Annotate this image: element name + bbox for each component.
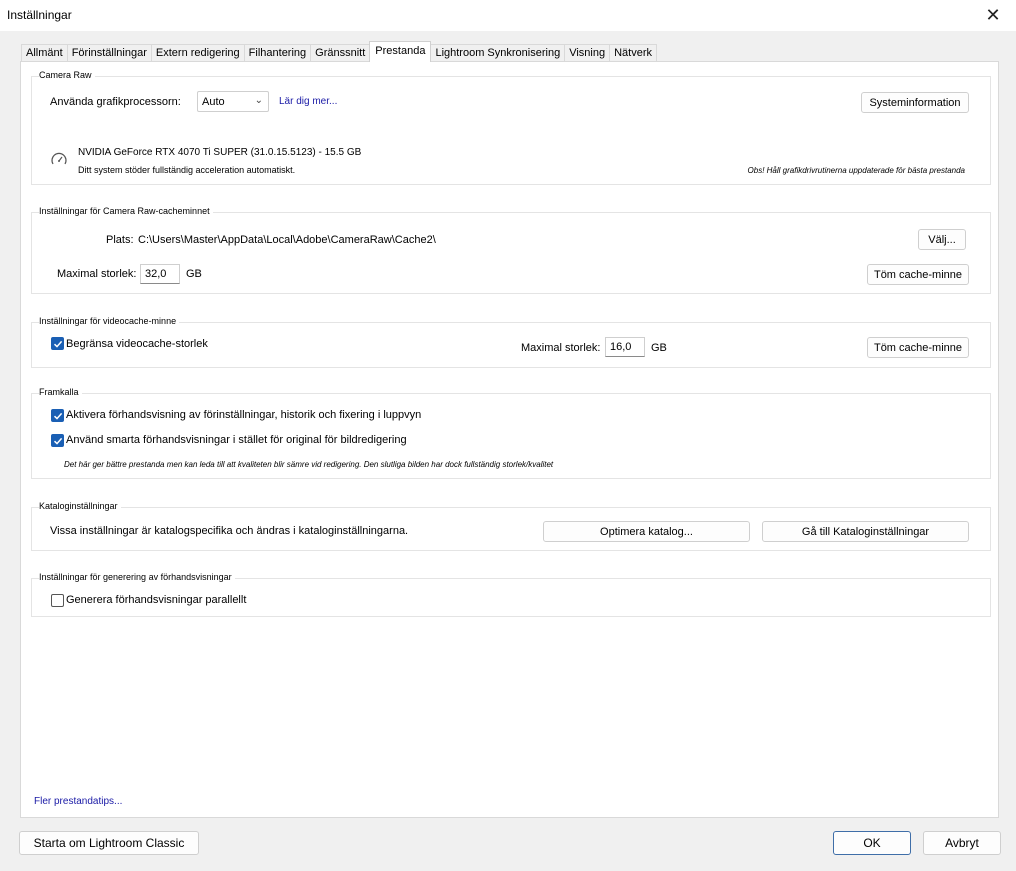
tab-natverk[interactable]: Nätverk: [609, 44, 657, 62]
limit-video-cache-checkbox[interactable]: [51, 337, 64, 350]
restart-button[interactable]: Starta om Lightroom Classic: [19, 831, 199, 855]
cancel-button[interactable]: Avbryt: [923, 831, 1001, 855]
purge-video-cache-button[interactable]: Töm cache-minne: [867, 337, 969, 358]
limit-video-cache-label: Begränsa videocache-storlek: [66, 338, 208, 350]
camera-raw-group: Camera Raw Använda grafikprocessorn: Aut…: [31, 70, 991, 185]
smart-preview-checkbox[interactable]: [51, 434, 64, 447]
tab-lightroom-synkronisering[interactable]: Lightroom Synkronisering: [430, 44, 566, 62]
goto-catalog-settings-button[interactable]: Gå till Kataloginställningar: [762, 521, 969, 542]
driver-note: Obs! Håll grafikdrivrutinerna uppdaterad…: [747, 166, 965, 175]
develop-title: Framkalla: [39, 387, 82, 397]
gpu-label: Använda grafikprocessorn:: [50, 96, 181, 108]
gpu-gauge-icon: [50, 151, 68, 169]
preview-generation-title: Inställningar för generering av förhands…: [39, 572, 235, 582]
gpu-name: NVIDIA GeForce RTX 4070 Ti SUPER (31.0.1…: [78, 147, 362, 158]
learn-more-link[interactable]: Lär dig mer...: [279, 96, 337, 107]
video-max-size-label: Maximal storlek:: [521, 342, 601, 354]
tab-bar: Allmänt Förinställningar Extern redigeri…: [21, 41, 657, 62]
choose-location-button[interactable]: Välj...: [918, 229, 966, 250]
performance-panel: Camera Raw Använda grafikprocessorn: Aut…: [20, 61, 999, 818]
video-size-unit: GB: [651, 342, 667, 354]
tab-extern-redigering[interactable]: Extern redigering: [150, 44, 245, 62]
parallel-previews-checkbox[interactable]: [51, 594, 64, 607]
develop-group: Framkalla Aktivera förhandsvisning av fö…: [31, 387, 991, 479]
raw-cache-title: Inställningar för Camera Raw-cacheminnet: [39, 206, 213, 216]
catalog-title: Kataloginställningar: [39, 501, 121, 511]
title-bar: Inställningar ✕: [0, 0, 1016, 31]
video-max-size-input[interactable]: 16,0: [605, 337, 645, 357]
gpu-select-value: Auto: [202, 95, 225, 108]
purge-raw-cache-button[interactable]: Töm cache-minne: [867, 264, 969, 285]
tab-allmant[interactable]: Allmänt: [21, 44, 68, 62]
video-cache-group: Inställningar för videocache-minne Begrä…: [31, 316, 991, 368]
location-label: Plats:: [106, 234, 134, 246]
more-tips-link[interactable]: Fler prestandatips...: [34, 796, 122, 807]
tab-prestanda[interactable]: Prestanda: [369, 41, 432, 62]
catalog-text: Vissa inställningar är katalogspecifika …: [50, 525, 409, 537]
location-value: C:\Users\Master\AppData\Local\Adobe\Came…: [138, 234, 436, 246]
smart-preview-label: Använd smarta förhandsvisningar i ställe…: [66, 434, 407, 446]
tab-forinstallningar[interactable]: Förinställningar: [66, 44, 152, 62]
ok-button[interactable]: OK: [833, 831, 911, 855]
gpu-select[interactable]: Auto ⌄: [197, 91, 269, 112]
preview-generation-group: Inställningar för generering av förhands…: [31, 572, 991, 617]
tab-visning[interactable]: Visning: [564, 44, 611, 62]
video-cache-title: Inställningar för videocache-minne: [39, 316, 180, 326]
close-icon[interactable]: ✕: [970, 0, 1016, 31]
optimize-catalog-button[interactable]: Optimera katalog...: [543, 521, 750, 542]
raw-size-unit: GB: [186, 268, 202, 280]
raw-cache-group: Inställningar för Camera Raw-cacheminnet…: [31, 206, 991, 294]
raw-max-size-label: Maximal storlek:: [57, 268, 137, 280]
parallel-previews-label: Generera förhandsvisningar parallellt: [66, 594, 247, 606]
window-title: Inställningar: [7, 8, 72, 22]
system-info-button[interactable]: Systeminformation: [861, 92, 969, 113]
develop-note: Det här ger bättre prestanda men kan led…: [64, 460, 554, 469]
chevron-down-icon: ⌄: [254, 95, 263, 106]
raw-max-size-input[interactable]: 32,0: [140, 264, 180, 284]
catalog-group: Kataloginställningar Vissa inställningar…: [31, 501, 991, 551]
preset-preview-label: Aktivera förhandsvisning av förinställni…: [66, 409, 422, 421]
camera-raw-title: Camera Raw: [39, 70, 95, 80]
gpu-status: Ditt system stöder fullständig accelerat…: [78, 165, 296, 175]
tab-filhantering[interactable]: Filhantering: [243, 44, 312, 62]
tab-granssnitt[interactable]: Gränssnitt: [310, 44, 371, 62]
preset-preview-checkbox[interactable]: [51, 409, 64, 422]
